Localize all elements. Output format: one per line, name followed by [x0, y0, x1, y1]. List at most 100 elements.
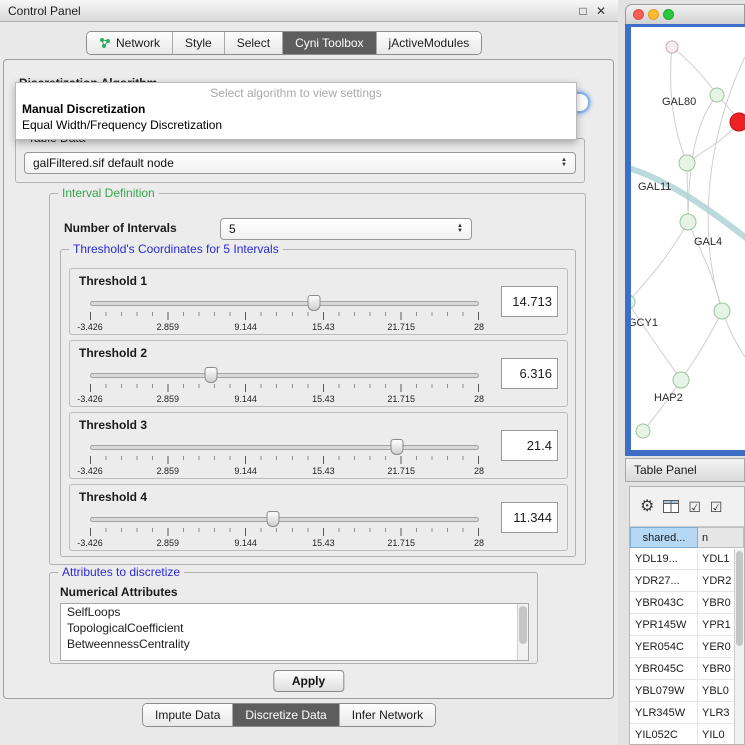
cell[interactable]: YER054C — [630, 636, 698, 657]
tab-discretize-data[interactable]: Discretize Data — [233, 704, 339, 726]
network-node[interactable] — [680, 214, 696, 230]
table-row[interactable]: YLR345W YLR3 — [630, 702, 744, 724]
numerical-attributes-list[interactable]: SelfLoops TopologicalCoefficient Between… — [60, 603, 529, 661]
cyni-toolbox-panel: Discretization Algorithm Select algorith… — [3, 59, 614, 699]
slider-thumb[interactable] — [391, 439, 404, 455]
list-scrollbar[interactable] — [517, 604, 528, 660]
numerical-attributes-label: Numerical Attributes — [60, 585, 178, 599]
network-canvas[interactable]: GAL80 GAL11 GAL4 GCY1 HAP2 — [631, 27, 745, 450]
select-all-checkbox-icon[interactable]: ☑ — [688, 500, 701, 514]
tick-label: 2.859 — [157, 538, 180, 548]
threshold-4-value-field[interactable]: 11.344 — [501, 502, 558, 533]
slider-major-ticks — [90, 312, 479, 320]
network-node[interactable] — [679, 155, 695, 171]
cell[interactable]: YDR27... — [630, 570, 698, 591]
slider-tick-labels: -3.426 2.859 9.144 15.43 21.715 28 — [90, 466, 479, 477]
zoom-traffic-light-icon[interactable] — [663, 9, 674, 20]
stepper-down-icon: ▼ — [561, 163, 567, 168]
list-item[interactable]: SelfLoops — [61, 604, 528, 620]
table-panel: ⚙ ☑ ☑ shared... n YDL19... YDL1 YDR27...… — [629, 486, 745, 745]
node-label: GCY1 — [631, 317, 658, 329]
threshold-4-slider[interactable]: -3.426 2.859 9.144 15.43 21.715 28 — [90, 511, 479, 549]
tab-label: Discretize Data — [245, 708, 326, 722]
cell[interactable]: YBL079W — [630, 680, 698, 701]
network-graph: GAL80 GAL11 GAL4 GCY1 HAP2 — [631, 27, 745, 450]
network-window-titlebar[interactable] — [625, 4, 745, 24]
table-scrollbar[interactable] — [734, 549, 744, 744]
table-row[interactable]: YBL079W YBL0 — [630, 680, 744, 702]
column-header-name[interactable]: n — [698, 527, 744, 548]
table-row[interactable]: YDR27... YDR2 — [630, 570, 744, 592]
network-node[interactable] — [666, 41, 678, 53]
tick-label: 15.43 — [312, 322, 335, 332]
table-row[interactable]: YER054C YER0 — [630, 636, 744, 658]
slider-track[interactable] — [90, 373, 479, 378]
tab-style[interactable]: Style — [173, 32, 225, 54]
slider-major-ticks — [90, 384, 479, 392]
close-traffic-light-icon[interactable] — [633, 9, 644, 20]
list-item[interactable]: BetweennessCentrality — [61, 636, 528, 652]
minimize-traffic-light-icon[interactable] — [648, 9, 659, 20]
slider-tick-labels: -3.426 2.859 9.144 15.43 21.715 28 — [90, 394, 479, 405]
number-of-intervals-combobox[interactable]: 5 ▲ ▼ — [220, 218, 472, 240]
dropdown-option-equal-width-frequency[interactable]: Equal Width/Frequency Discretization — [16, 117, 576, 133]
cell[interactable]: YPR145W — [630, 614, 698, 635]
threshold-1-value-field[interactable]: 14.713 — [501, 286, 558, 317]
network-view-window[interactable]: GAL80 GAL11 GAL4 GCY1 HAP2 — [625, 4, 745, 456]
table-row[interactable]: YBR043C YBR0 — [630, 592, 744, 614]
tick-label: 21.715 — [387, 394, 415, 404]
node-label: GAL80 — [662, 96, 696, 108]
select-column-checkbox-icon[interactable]: ☑ — [710, 500, 723, 514]
column-header-shared-name[interactable]: shared... — [630, 527, 698, 548]
combo-stepper-icon: ▲ ▼ — [555, 158, 567, 168]
network-node[interactable] — [636, 424, 650, 438]
tab-label: Style — [185, 36, 212, 50]
float-window-icon[interactable]: □ — [574, 4, 592, 18]
tab-jactivemodules[interactable]: jActiveModules — [377, 32, 482, 54]
scrollbar-thumb[interactable] — [519, 606, 527, 644]
network-node[interactable] — [714, 303, 730, 319]
network-node[interactable] — [673, 372, 689, 388]
network-icon — [99, 37, 111, 49]
threshold-2-value-field[interactable]: 6.316 — [501, 358, 558, 389]
table-row[interactable]: YPR145W YPR1 — [630, 614, 744, 636]
threshold-3-slider[interactable]: -3.426 2.859 9.144 15.43 21.715 28 — [90, 439, 479, 477]
table-row[interactable]: YDL19... YDL1 — [630, 548, 744, 570]
slider-track[interactable] — [90, 301, 479, 306]
cell[interactable]: YIL052C — [630, 724, 698, 745]
close-icon[interactable]: ✕ — [592, 4, 610, 18]
gear-icon[interactable]: ⚙ — [640, 499, 654, 515]
apply-button[interactable]: Apply — [273, 670, 344, 692]
slider-thumb[interactable] — [204, 367, 217, 383]
table-row[interactable]: YBR045C YBR0 — [630, 658, 744, 680]
dropdown-option-manual-discretization[interactable]: Manual Discretization — [16, 101, 576, 117]
threshold-3-value-field[interactable]: 21.4 — [501, 430, 558, 461]
cell[interactable]: YLR345W — [630, 702, 698, 723]
threshold-2-slider[interactable]: -3.426 2.859 9.144 15.43 21.715 28 — [90, 367, 479, 405]
threshold-4-label: Threshold 4 — [79, 490, 147, 504]
slider-thumb[interactable] — [266, 511, 279, 527]
table-panel-title: Table Panel — [634, 463, 697, 477]
tab-cyni-toolbox[interactable]: Cyni Toolbox — [283, 32, 376, 54]
table-row[interactable]: YIL052C YIL0 — [630, 724, 744, 745]
table-data-selected-value: galFiltered.sif default node — [33, 156, 174, 170]
cell[interactable]: YBR045C — [630, 658, 698, 679]
network-node[interactable] — [710, 88, 724, 102]
network-node-selected[interactable] — [730, 113, 745, 131]
slider-track[interactable] — [90, 445, 479, 450]
cell[interactable]: YDL19... — [630, 548, 698, 569]
tab-select[interactable]: Select — [225, 32, 283, 54]
threshold-1-slider[interactable]: -3.426 2.859 9.144 15.43 21.715 28 — [90, 295, 479, 333]
slider-thumb[interactable] — [308, 295, 321, 311]
tab-impute-data[interactable]: Impute Data — [143, 704, 233, 726]
tab-infer-network[interactable]: Infer Network — [340, 704, 435, 726]
network-node[interactable] — [631, 295, 635, 309]
slider-track[interactable] — [90, 517, 479, 522]
scrollbar-thumb[interactable] — [736, 551, 743, 646]
tab-network[interactable]: Network — [87, 32, 173, 54]
columns-icon[interactable] — [663, 500, 679, 513]
tick-label: 9.144 — [234, 538, 257, 548]
table-data-combobox[interactable]: galFiltered.sif default node ▲ ▼ — [24, 152, 576, 174]
cell[interactable]: YBR043C — [630, 592, 698, 613]
list-item[interactable]: TopologicalCoefficient — [61, 620, 528, 636]
